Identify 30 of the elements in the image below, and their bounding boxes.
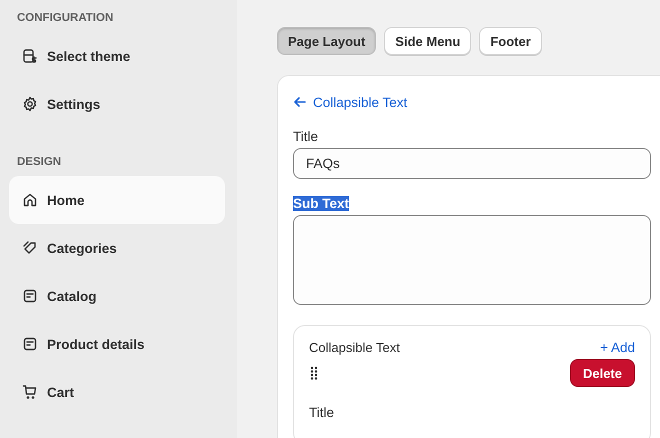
section-heading: CONFIGURATION bbox=[16, 11, 114, 26]
block-title: Collapsible Text bbox=[309, 340, 400, 355]
sidebar-item[interactable]: Home bbox=[9, 176, 225, 224]
sidebar-item[interactable]: Settings bbox=[9, 80, 225, 128]
tag-icon bbox=[22, 240, 38, 256]
document-icon bbox=[22, 288, 38, 304]
tab[interactable]: Side Menu bbox=[384, 27, 472, 55]
settings-icon bbox=[22, 96, 38, 112]
field-label: Sub Text bbox=[293, 196, 350, 211]
field-label: Title bbox=[293, 129, 318, 144]
delete-button[interactable]: Delete bbox=[570, 359, 635, 387]
back-arrow-icon bbox=[293, 95, 307, 109]
drag-handle-icon[interactable] bbox=[309, 366, 319, 380]
sidebar-item[interactable]: Product details bbox=[9, 320, 225, 368]
back-link[interactable]: Collapsible Text bbox=[313, 94, 408, 110]
sidebar-item[interactable]: Catalog bbox=[9, 272, 225, 320]
theme-icon bbox=[22, 48, 38, 64]
sidebar-item[interactable]: Select theme bbox=[9, 32, 225, 80]
tab[interactable]: Page Layout bbox=[277, 27, 376, 55]
input-field[interactable]: FAQs bbox=[293, 148, 651, 179]
field-label: Title bbox=[309, 405, 334, 420]
cart-icon bbox=[22, 384, 38, 400]
sidebar-item[interactable]: Categories bbox=[9, 224, 225, 272]
text-area[interactable] bbox=[293, 215, 651, 305]
document-icon bbox=[22, 336, 38, 352]
home-icon bbox=[22, 192, 38, 208]
tab[interactable]: Footer bbox=[479, 27, 542, 55]
section-heading: DESIGN bbox=[16, 155, 62, 170]
add-link[interactable]: + Add bbox=[600, 340, 635, 355]
sidebar-item[interactable]: Cart bbox=[9, 368, 225, 416]
